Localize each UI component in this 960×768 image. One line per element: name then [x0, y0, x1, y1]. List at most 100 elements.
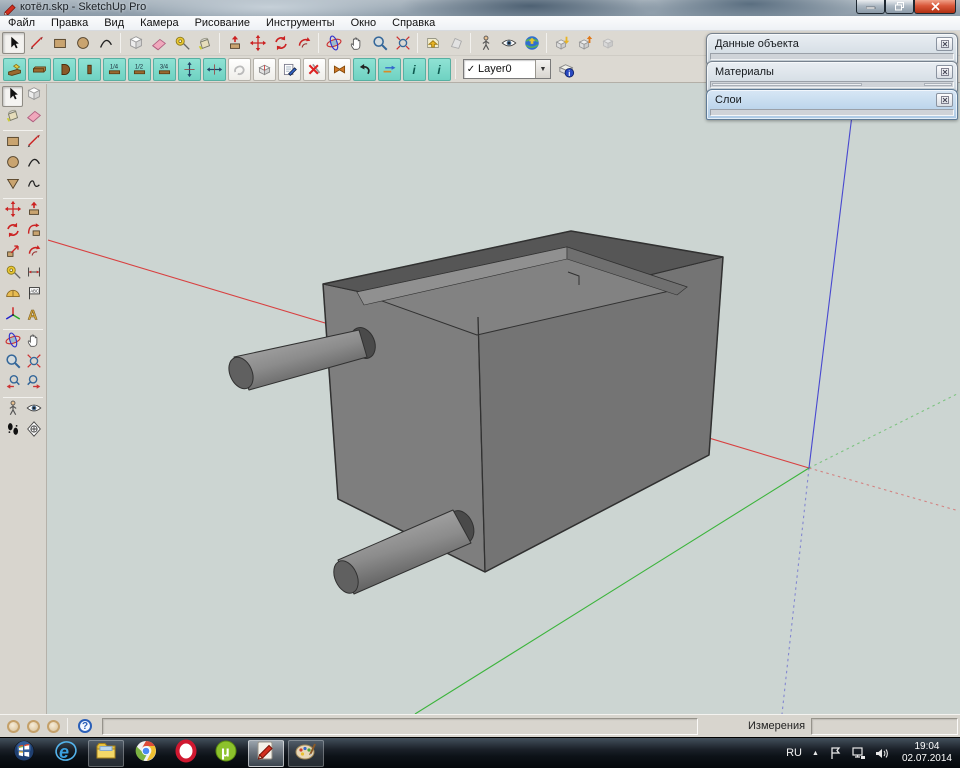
taskbar-paint[interactable]	[288, 740, 324, 767]
restore-button[interactable]	[885, 0, 914, 14]
action-center-icon[interactable]	[829, 747, 842, 760]
status-indicator-2[interactable]	[27, 720, 40, 733]
status-indicator-3[interactable]	[47, 720, 60, 733]
pan-tool-button[interactable]	[345, 32, 368, 54]
move-tool-button[interactable]	[246, 32, 269, 54]
framing-swirl-button[interactable]	[228, 58, 251, 81]
minimize-button[interactable]	[856, 0, 885, 14]
protractor-tool-button[interactable]	[2, 285, 23, 306]
look-around-button[interactable]	[497, 32, 520, 54]
framing-info-2-button[interactable]: i	[428, 58, 451, 81]
rectangle-tool-button[interactable]	[48, 32, 71, 54]
panel-2-close-icon[interactable]	[936, 65, 953, 79]
tape-measure-tool-button[interactable]	[170, 32, 193, 54]
axes-tool-button[interactable]	[2, 306, 23, 327]
show-hidden-icons[interactable]: ▲	[812, 750, 819, 757]
menu-2[interactable]: Правка	[43, 16, 96, 31]
framing-threequarter-button[interactable]: 3/4	[153, 58, 176, 81]
orbit-tool-button[interactable]	[2, 332, 23, 353]
offset-tool-button[interactable]	[23, 243, 44, 264]
look-around-button[interactable]	[23, 400, 44, 421]
3d-text-tool-button[interactable]: A	[23, 306, 44, 327]
follow-me-tool-button[interactable]	[23, 222, 44, 243]
framing-delete-button[interactable]	[303, 58, 326, 81]
menu-1[interactable]: Файл	[0, 16, 43, 31]
zoom-tool-button[interactable]	[368, 32, 391, 54]
volume-icon[interactable]	[875, 747, 889, 760]
make-component-button[interactable]	[23, 86, 44, 107]
eraser-tool-button[interactable]	[23, 107, 44, 128]
line-tool-button[interactable]	[23, 133, 44, 154]
panel-2-collapsed-content[interactable]	[710, 81, 954, 88]
paint-bucket-tool-button[interactable]	[193, 32, 216, 54]
rotate-tool-button[interactable]	[2, 222, 23, 243]
zoom-previous-button[interactable]	[2, 374, 23, 395]
line-tool-button[interactable]	[25, 32, 48, 54]
framing-quarter-button[interactable]: 1/4	[103, 58, 126, 81]
text-tool-button[interactable]: ABC	[23, 285, 44, 306]
select-tool-button[interactable]	[2, 86, 23, 107]
arc-tool-button[interactable]	[23, 154, 44, 175]
taskbar-chrome[interactable]	[128, 740, 164, 767]
circle-tool-button[interactable]	[2, 154, 23, 175]
framing-board-button[interactable]	[28, 58, 51, 81]
share-model-button[interactable]	[573, 32, 596, 54]
taskbar-opera[interactable]	[168, 740, 204, 767]
language-indicator[interactable]: RU	[786, 747, 802, 759]
section-plane-tool-button[interactable]	[23, 421, 44, 442]
google-earth-button[interactable]	[520, 32, 543, 54]
framing-halfround-button[interactable]	[53, 58, 76, 81]
menu-5[interactable]: Рисование	[187, 16, 258, 31]
zoom-tool-button[interactable]	[2, 353, 23, 374]
framing-block-button[interactable]	[78, 58, 101, 81]
panel-3-titlebar[interactable]: Слои	[707, 90, 957, 109]
framing-box-button[interactable]	[253, 58, 276, 81]
framing-half-button[interactable]: 1/2	[128, 58, 151, 81]
freehand-tool-button[interactable]	[23, 175, 44, 196]
paint-bucket-tool-button[interactable]	[2, 107, 23, 128]
panel-3-close-icon[interactable]	[936, 93, 953, 107]
push-pull-tool-button[interactable]	[23, 201, 44, 222]
taskbar-utorrent[interactable]: µ	[208, 740, 244, 767]
status-indicator-1[interactable]	[7, 720, 20, 733]
framing-undo-button[interactable]	[353, 58, 376, 81]
zoom-extents-button[interactable]	[23, 353, 44, 374]
framing-center-arrows-button[interactable]	[203, 58, 226, 81]
panel-2-titlebar[interactable]: Материалы	[707, 62, 957, 81]
circle-tool-button[interactable]	[71, 32, 94, 54]
walk-tool-button[interactable]	[2, 421, 23, 442]
model-viewport[interactable]	[48, 84, 960, 714]
layer-combo-dropdown-icon[interactable]: ▼	[535, 60, 550, 78]
scale-tool-button[interactable]	[2, 243, 23, 264]
title-bar[interactable]: котёл.skp - SketchUp Pro	[0, 0, 960, 16]
make-component-button[interactable]	[124, 32, 147, 54]
framing-info-1-button[interactable]: i	[403, 58, 426, 81]
zoom-next-button[interactable]	[23, 374, 44, 395]
framing-axis-arrow-button[interactable]	[378, 58, 401, 81]
push-pull-tool-button[interactable]	[223, 32, 246, 54]
arc-tool-button[interactable]	[94, 32, 117, 54]
measurements-input[interactable]	[811, 718, 958, 735]
zoom-extents-button[interactable]	[391, 32, 414, 54]
panel-scrollbar-thumb[interactable]	[712, 83, 862, 86]
taskbar-sketchup[interactable]	[248, 740, 284, 767]
tray-clock[interactable]: 19:04 02.07.2014	[902, 741, 952, 765]
dimension-tool-button[interactable]	[23, 264, 44, 285]
menu-7[interactable]: Окно	[343, 16, 385, 31]
framing-vertical-arrows-button[interactable]	[178, 58, 201, 81]
tape-measure-tool-button[interactable]	[2, 264, 23, 285]
offset-tool-button[interactable]	[292, 32, 315, 54]
next-view-button[interactable]	[444, 32, 467, 54]
eraser-tool-button[interactable]	[147, 32, 170, 54]
polygon-tool-button[interactable]	[2, 175, 23, 196]
framing-draw-button[interactable]	[3, 58, 26, 81]
rotate-tool-button[interactable]	[269, 32, 292, 54]
framing-edit-note-button[interactable]	[278, 58, 301, 81]
panel-1-close-icon[interactable]	[936, 37, 953, 51]
pan-tool-button[interactable]	[23, 332, 44, 353]
layer-combobox[interactable]: ✓Layer0▼	[463, 59, 551, 79]
help-icon[interactable]: ?	[78, 719, 92, 733]
position-camera-button[interactable]	[2, 400, 23, 421]
close-button[interactable]	[914, 0, 956, 14]
component-options-button[interactable]	[596, 32, 619, 54]
